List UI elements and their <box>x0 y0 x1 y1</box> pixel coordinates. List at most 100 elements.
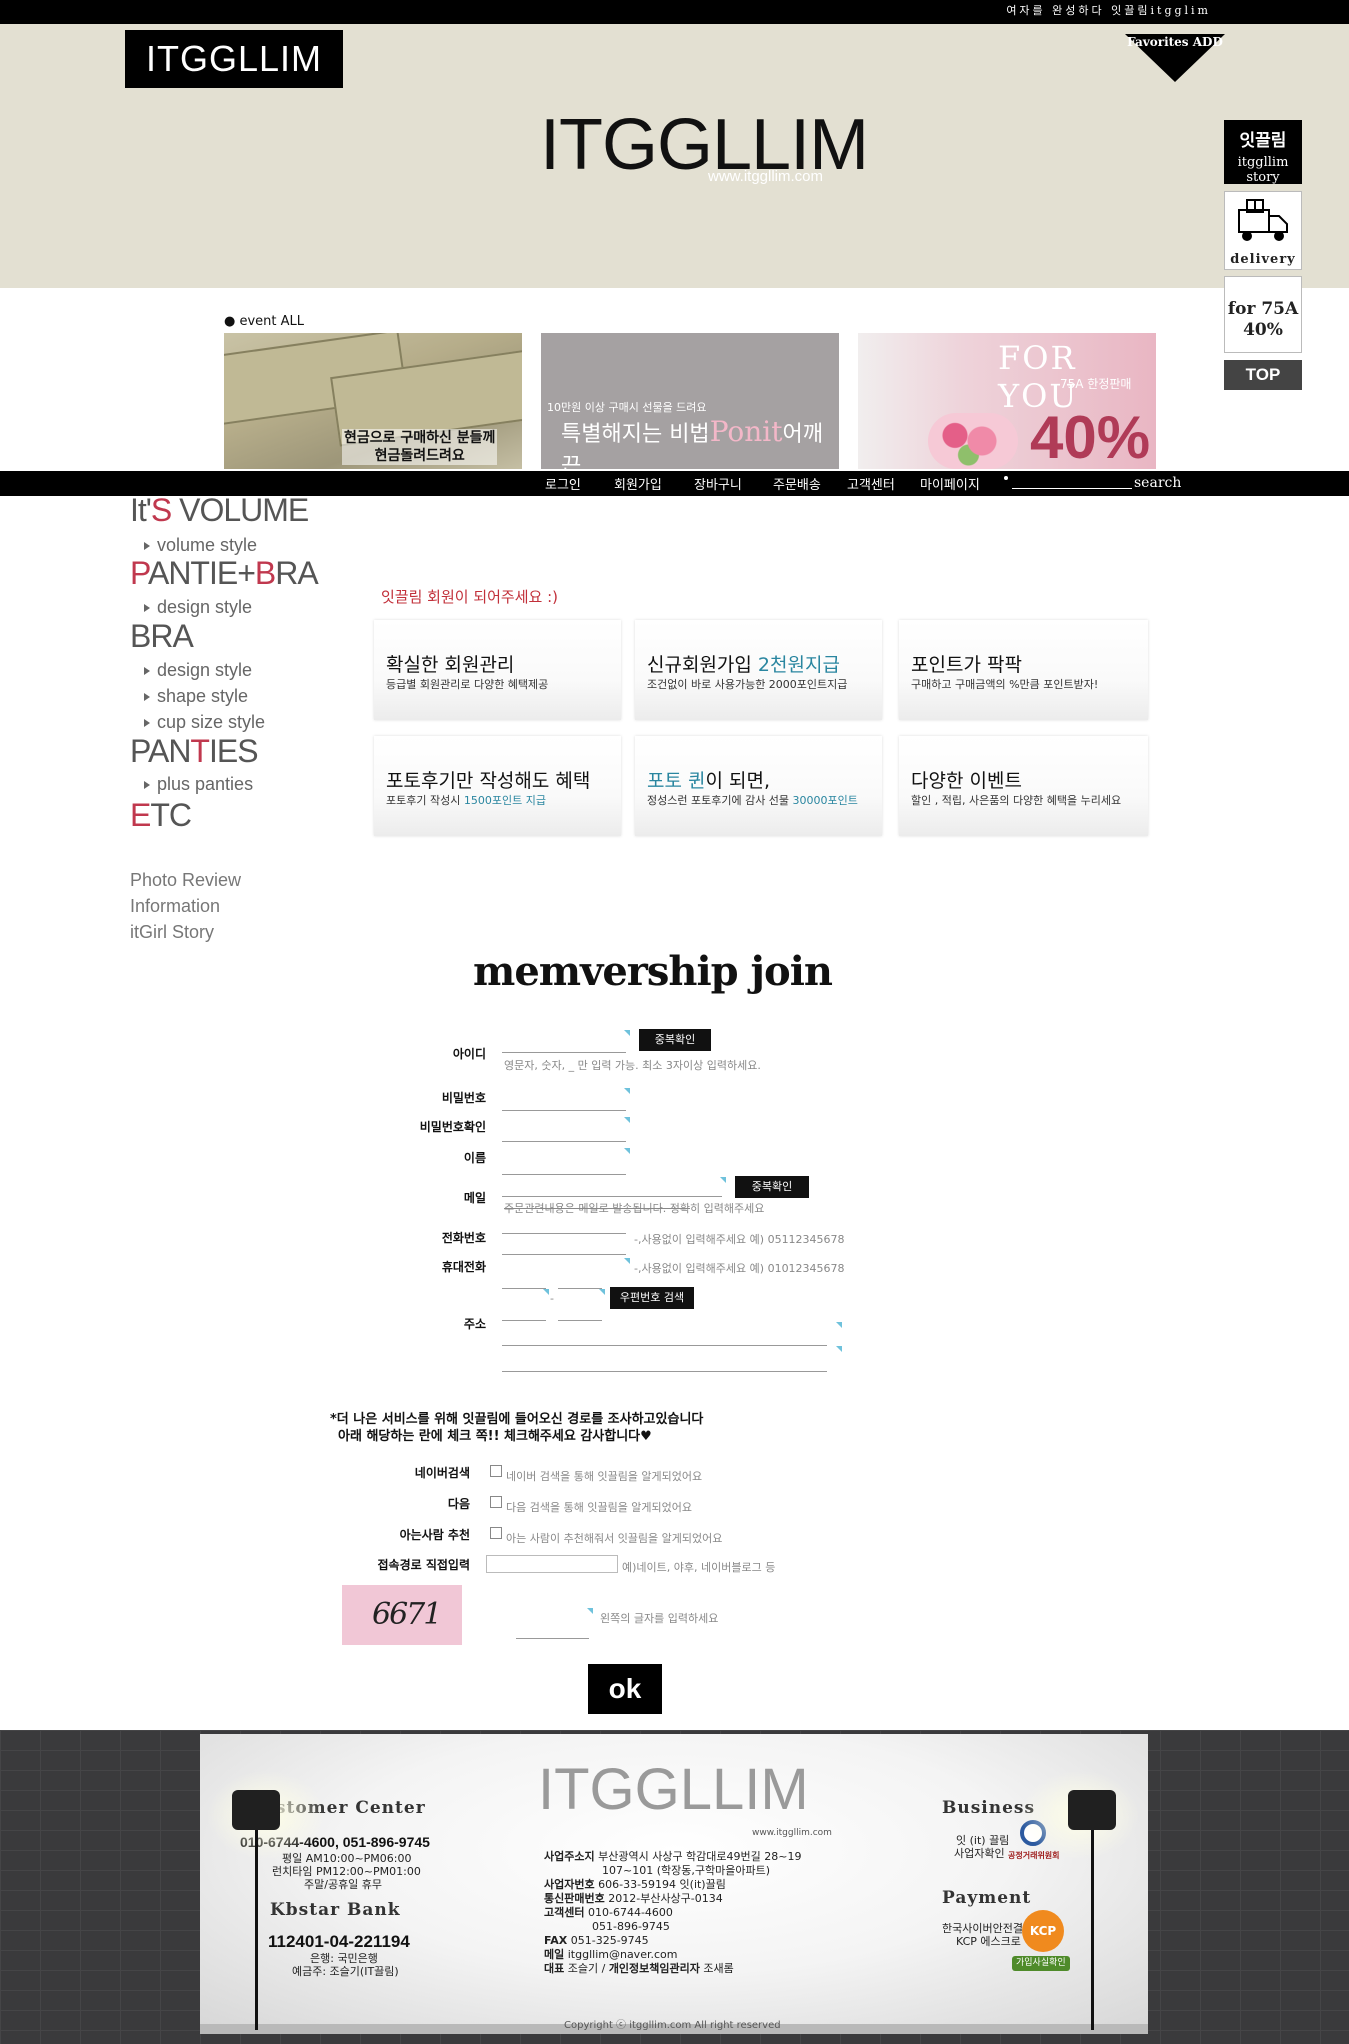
zip-input-2[interactable] <box>558 1288 602 1289</box>
cat-panties-post: IES <box>208 733 259 769</box>
zip-input-1[interactable] <box>502 1288 546 1289</box>
bouquet-image <box>928 413 1018 469</box>
nav-orders[interactable]: 주문배송 <box>773 474 821 493</box>
zip-search-button[interactable]: 우편번호 검색 <box>610 1287 694 1309</box>
captcha-input[interactable] <box>516 1638 589 1639</box>
event-banner-gift[interactable]: 10만원 이상 구매시 선물을 드려요 특별해지는 비법Ponit어깨끈 <box>541 333 839 469</box>
cat-volume-post: VOLUME <box>171 492 309 528</box>
phone-input[interactable] <box>502 1233 626 1234</box>
top-button[interactable]: TOP <box>1224 360 1302 390</box>
header: ITGGLLIM Favorites ADD ITGGLLIM www.itgg… <box>0 24 1349 288</box>
naver-label: 네이버검색 <box>414 1466 470 1480</box>
benefit-desc: 할인 , 적립, 사은품의 다양한 혜택을 누리세요 <box>911 794 1122 807</box>
sidebar-cat-panties[interactable]: PANTIES <box>130 733 259 770</box>
password-input[interactable] <box>502 1110 626 1111</box>
spotlight-stand <box>255 1830 258 2030</box>
top-bar: 여자를 완성하다 잇끌림itgglim <box>0 0 1349 24</box>
phone-hint: -,사용없이 입력해주세요 예) 05112345678 <box>634 1233 845 1246</box>
password-confirm-label: 비밀번호확인 <box>419 1120 486 1134</box>
email-dup-check-button[interactable]: 중복확인 <box>735 1176 809 1198</box>
ok-button[interactable]: ok <box>588 1664 662 1714</box>
rep-value: 조슬기 / <box>567 1962 609 1975</box>
event-all-link[interactable]: ● event ALL <box>224 314 304 329</box>
sidebar-cat-etc[interactable]: ETC <box>130 797 192 834</box>
daum-checkbox[interactable] <box>490 1496 502 1508</box>
sidebar-link-photo-review[interactable]: Photo Review <box>130 870 241 891</box>
sidebar-link-itgirl-story[interactable]: itGirl Story <box>130 922 214 943</box>
favorites-add-button[interactable]: Favorites ADD <box>1125 34 1225 82</box>
friend-checkbox[interactable] <box>490 1527 502 1539</box>
addr-line1: 부산광역시 사상구 학감대로49번길 28~19 <box>598 1850 802 1863</box>
id-dup-check-button[interactable]: 중복확인 <box>639 1029 711 1051</box>
mail-order-label: 통신판매번호 <box>544 1892 605 1905</box>
address-zip-line-2[interactable] <box>558 1320 602 1321</box>
password-label: 비밀번호 <box>441 1091 486 1105</box>
friend-label: 아는사람 추천 <box>399 1528 470 1542</box>
sidebar-sub-plus[interactable]: plus panties <box>143 774 253 795</box>
join-intro: 잇끌림 회원이 되어주세요 :) <box>381 588 559 606</box>
sidebar-sub-design-style[interactable]: design style <box>143 597 252 618</box>
fax-label: FAX <box>544 1934 568 1947</box>
sidebar-sub-shape[interactable]: shape style <box>143 686 248 707</box>
logo-link[interactable]: ITGGLLIM <box>125 30 343 88</box>
email-value: itggllim@naver.com <box>567 1948 678 1961</box>
friend-text: 아는 사람이 추천해줘서 잇끌림을 알게되었어요 <box>506 1532 723 1545</box>
quick-promo-button[interactable]: for 75A 40% <box>1224 276 1302 353</box>
quick-promo-line1: for 75A <box>1227 299 1299 319</box>
search-input[interactable] <box>1012 488 1132 489</box>
sidebar-sub-cup[interactable]: cup size style <box>143 712 265 733</box>
address-label: 주소 <box>463 1317 486 1331</box>
kcp-confirm-button[interactable]: 가입사실확인 <box>1012 1956 1070 1971</box>
benefit-heading: 신규회원가입 2천원지급 <box>647 650 840 677</box>
spotlight-right-icon <box>1068 1790 1116 1830</box>
nav-login[interactable]: 로그인 <box>545 474 581 493</box>
event-banner-75a[interactable]: FOR YOU 75A 한정판매 40% <box>858 333 1156 469</box>
banner-cash-text: 현금으로 구매하신 분들께 현금돌려드려요 <box>342 429 498 465</box>
kcp-seal-icon[interactable]: KCP <box>1022 1910 1064 1952</box>
sidebar-link-information[interactable]: Information <box>130 896 220 917</box>
required-mark-icon <box>624 1030 630 1036</box>
sidebar-sub-volume-style[interactable]: volume style <box>143 535 257 556</box>
sidebar-cat-pantie-bra[interactable]: PANTIE+BRA <box>130 555 319 592</box>
email-input[interactable] <box>502 1196 722 1197</box>
id-input[interactable] <box>502 1052 626 1053</box>
quick-story-button[interactable]: 잇끌림 itggllim story <box>1224 120 1302 185</box>
email-label: 메일 <box>544 1948 565 1961</box>
quick-promo-line2: 40% <box>1243 320 1283 340</box>
password-confirm-input[interactable] <box>502 1141 626 1142</box>
nav-customer-center[interactable]: 고객센터 <box>847 474 895 493</box>
quick-delivery-button[interactable]: delivery <box>1224 191 1302 270</box>
sidebar-sub-bra-design[interactable]: design style <box>143 660 252 681</box>
nav-cart[interactable]: 장바구니 <box>694 474 742 493</box>
email-hint: 주문관련내용은 메일로 발송됩니다. 정확히 입력해주세요 <box>504 1200 764 1216</box>
daum-label: 다음 <box>447 1497 470 1511</box>
mobile-input[interactable] <box>502 1254 626 1255</box>
cs-phone-1: 010-6744-4600 <box>587 1906 673 1919</box>
required-mark-icon <box>836 1322 842 1328</box>
cc-hours-3: 주말/공휴일 휴무 <box>304 1878 383 1891</box>
name-input[interactable] <box>502 1174 626 1175</box>
naver-checkbox[interactable] <box>490 1465 502 1477</box>
footer-fax: FAX 051-325-9745 <box>544 1934 649 1947</box>
search-button[interactable]: search <box>1134 475 1181 491</box>
nav-mypage[interactable]: 마이페이지 <box>920 474 980 493</box>
address-input-2[interactable] <box>502 1371 827 1372</box>
search-bullet-icon <box>1004 476 1008 480</box>
address-input-1[interactable] <box>502 1345 827 1346</box>
sidebar-cat-bra[interactable]: BRA <box>130 618 194 655</box>
direct-input[interactable] <box>486 1555 618 1573</box>
nav-join[interactable]: 회원가입 <box>614 474 662 493</box>
bank-account: 112401-04-221194 <box>268 1932 410 1951</box>
address-zip-line-1[interactable] <box>502 1320 546 1321</box>
benefit-desc-highlight: 1500포인트 지급 <box>463 794 546 807</box>
direct-hint: 예)네이트, 야후, 네이버블로그 등 <box>622 1561 776 1574</box>
captcha-image: 6671 <box>342 1585 462 1645</box>
banner-cash-line2: 현금돌려드려요 <box>374 448 465 464</box>
event-banner-cash[interactable]: 현금으로 구매하신 분들께 현금돌려드려요 <box>224 333 522 469</box>
benefit-heading: 확실한 회원관리 <box>386 654 515 676</box>
sidebar-cat-volume[interactable]: It'S VOLUME <box>130 492 309 529</box>
business-text-2: 사업자확인 <box>954 1847 1005 1860</box>
quick-story-ko: 잇끌림 <box>1239 131 1287 151</box>
required-mark-icon <box>587 1608 593 1614</box>
benefit-desc-highlight: 30000포인트 <box>792 794 858 807</box>
